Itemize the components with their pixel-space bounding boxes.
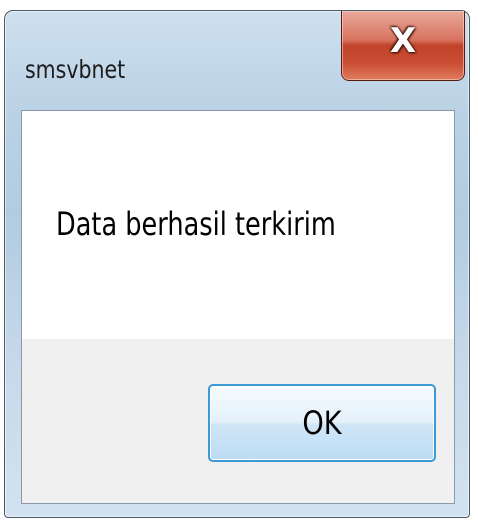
button-area: OK <box>22 339 454 503</box>
message-box-window: smsvbnet X Data berhasil terkirim OK <box>4 10 470 518</box>
dialog-body: Data berhasil terkirim OK <box>21 110 455 504</box>
message-area: Data berhasil terkirim <box>22 111 454 339</box>
ok-button-label: OK <box>302 404 342 442</box>
close-icon: X <box>389 21 417 61</box>
window-title: smsvbnet <box>25 55 126 84</box>
message-text: Data berhasil terkirim <box>56 205 336 243</box>
ok-button[interactable]: OK <box>208 384 436 462</box>
close-button[interactable]: X <box>341 11 465 81</box>
title-bar[interactable]: smsvbnet X <box>5 11 469 109</box>
